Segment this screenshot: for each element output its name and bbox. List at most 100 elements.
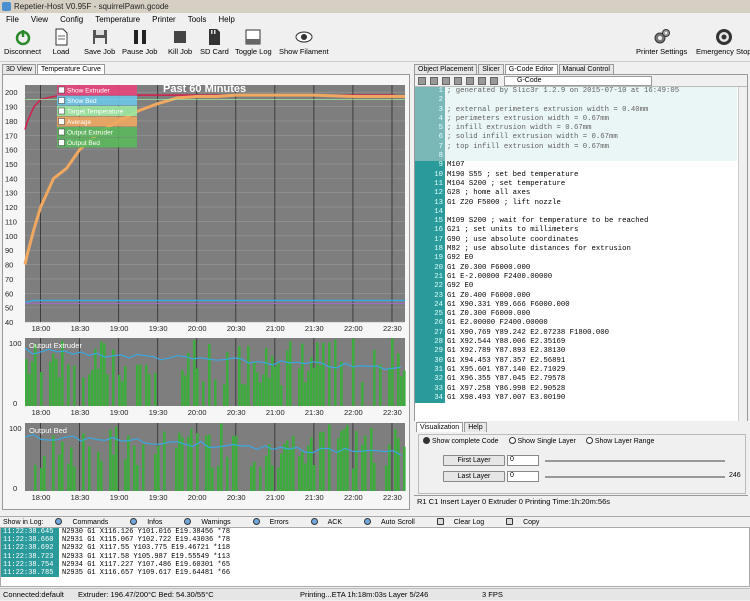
printer-settings-button[interactable]: Printer Settings: [636, 28, 687, 56]
gcode-line[interactable]: 23 G1 Z0.400 F6000.000: [415, 291, 737, 301]
gcode-line[interactable]: 21 G1 E-2.00000 F2400.00000: [415, 272, 737, 283]
sub-y-bottom-label: 0: [13, 399, 17, 408]
gcode-line-text: G1 X94.453 Y87.357 E2.56891: [447, 356, 566, 365]
gcode-line[interactable]: 34 G1 X98.493 Y87.007 E3.00190: [415, 393, 737, 404]
gcode-line-text: G28 ; home all axes: [447, 189, 531, 198]
show-layer-range-radio[interactable]: Show Layer Range: [585, 437, 654, 445]
toggle-log-button[interactable]: Toggle Log: [235, 28, 272, 56]
show-complete-code-radio[interactable]: Show complete Code: [423, 437, 499, 445]
find-icon[interactable]: [466, 77, 474, 85]
copy-icon[interactable]: [478, 77, 486, 85]
last-layer-button[interactable]: Last Layer: [443, 471, 505, 482]
gcode-line[interactable]: 26 G1 E2.00000 F2400.00000: [415, 319, 737, 329]
emergency-stop-button[interactable]: Emergency Stop: [696, 28, 750, 56]
gcode-line[interactable]: 24 G1 X90.331 Y89.666 F6000.000: [415, 300, 737, 311]
gcode-line[interactable]: 33 G1 X97.258 Y86.998 E2.90528: [415, 384, 737, 394]
output-bed-bar: [136, 464, 139, 491]
undo-icon[interactable]: [442, 77, 450, 85]
tab-manual-control[interactable]: Manual Control: [558, 64, 614, 74]
menu-printer[interactable]: Printer: [146, 13, 182, 26]
gcode-line[interactable]: 13 G1 Z20 F5000 ; lift nozzle: [415, 198, 737, 208]
gcode-line[interactable]: 20 G1 Z0.300 F6000.000: [415, 263, 737, 273]
gcode-line[interactable]: 25 G1 Z0.300 F6000.000: [415, 310, 737, 320]
tab-temperature-curve[interactable]: Temperature Curve: [36, 64, 105, 74]
last-layer-slider[interactable]: [545, 476, 725, 478]
gcode-line[interactable]: 30 G1 X94.453 Y87.357 E2.56891: [415, 356, 737, 366]
gcode-line[interactable]: 12 G28 ; home all axes: [415, 189, 737, 199]
right-tab-strip: Object Placement Slicer G-Code Editor Manua…: [414, 64, 615, 74]
menu-help[interactable]: Help: [212, 13, 240, 26]
output-bed-bar: [112, 454, 115, 491]
load-button[interactable]: Load: [52, 28, 70, 56]
gcode-line[interactable]: 15 M109 S200 ; wait for temperature to be…: [415, 217, 737, 227]
gcode-line-text: G21 ; set units to millimeters: [447, 226, 579, 235]
gcode-line[interactable]: 14: [415, 207, 737, 218]
menu-temperature[interactable]: Temperature: [89, 13, 146, 26]
gcode-line[interactable]: 27 G1 X90.769 Y89.242 E2.07238 F1800.000: [415, 328, 737, 339]
menu-config[interactable]: Config: [54, 13, 89, 26]
tab-help[interactable]: Help: [464, 422, 487, 432]
gcode-line[interactable]: 1; generated by Slic3r 1.2.9 on 2015-07-…: [415, 87, 737, 97]
show-single-layer-radio[interactable]: Show Single Layer: [508, 437, 576, 445]
gcode-line[interactable]: 6; solid infill extrusion width = 0.67mm: [415, 133, 737, 143]
output-extruder-bar: [193, 340, 196, 406]
redo-icon[interactable]: [454, 77, 462, 85]
gcode-line[interactable]: 4; perimeters extrusion width = 0.67mm: [415, 114, 737, 125]
paste-icon[interactable]: [490, 77, 498, 85]
gcode-line[interactable]: 7; top infill extrusion width = 0.67mm: [415, 142, 737, 153]
gcode-line[interactable]: 10 M190 S55 ; set bed temperature: [415, 170, 737, 180]
tab-slicer[interactable]: Slicer: [478, 64, 504, 74]
first-layer-button[interactable]: First Layer: [443, 455, 505, 466]
gcode-line[interactable]: 32 G1 X96.355 Y87.045 E2.79578: [415, 375, 737, 385]
y-tick-label: 50: [5, 304, 13, 313]
chart-title: Past 60 Minutes: [163, 83, 246, 95]
log-timestamp: 11:22:38.754: [1, 560, 59, 569]
gcode-line[interactable]: 17 G90 ; use absolute coordinates: [415, 235, 737, 246]
gcode-line[interactable]: 9 M107: [415, 161, 737, 171]
tab-object-placement[interactable]: Object Placement: [414, 64, 478, 74]
output-bed-bar: [88, 446, 91, 491]
gcode-line[interactable]: 5; infill extrusion width = 0.67mm: [415, 124, 737, 134]
kill-job-button[interactable]: Kill Job: [168, 28, 192, 56]
gcode-line[interactable]: 18 M82 ; use absolute distances for extru…: [415, 245, 737, 255]
output-bed-bar: [346, 425, 349, 491]
save-icon[interactable]: [430, 77, 438, 85]
disconnect-button[interactable]: Disconnect: [4, 28, 41, 56]
tab-3d-view[interactable]: 3D View: [2, 64, 36, 74]
gcode-line[interactable]: 16 G21 ; set units to millimeters: [415, 226, 737, 236]
gcode-line[interactable]: 22 G92 E0: [415, 282, 737, 292]
gcode-line[interactable]: 19 G92 E0: [415, 254, 737, 264]
log-panel[interactable]: 11:22:38.645 N2930 G1 X116.126 Y101.016 E…: [0, 527, 750, 587]
x-tick-label: 22:30: [383, 493, 402, 502]
gcode-line[interactable]: 3; external perimeters extrusion width =…: [415, 105, 737, 115]
output-bed-bar: [115, 426, 118, 491]
sd-card-button[interactable]: SD Card: [200, 28, 229, 56]
tab-visualization[interactable]: Visualization: [416, 422, 464, 432]
first-layer-slider[interactable]: [545, 460, 725, 462]
gcode-line-number: 1: [415, 87, 445, 97]
log-row: 11:22:38.754 N2934 G1 X117.227 Y107.486 E…: [1, 560, 749, 569]
gcode-line[interactable]: 28 G1 X92.544 Y88.006 E2.35169: [415, 338, 737, 348]
menu-view[interactable]: View: [25, 13, 54, 26]
gcode-line[interactable]: 29 G1 X92.789 Y87.893 E2.38130: [415, 347, 737, 357]
save-job-button[interactable]: Save Job: [84, 28, 115, 56]
gcode-line-number: 21: [415, 272, 445, 283]
legend-label: Show Bed: [67, 98, 97, 105]
gcode-line[interactable]: 2: [415, 96, 737, 106]
gcode-type-select[interactable]: G-Code: [504, 76, 652, 86]
y-tick-label: 140: [5, 174, 18, 183]
new-icon[interactable]: [418, 77, 426, 85]
pause-job-button[interactable]: Pause Job: [122, 28, 157, 56]
gcode-line[interactable]: 11 M104 S200 ; set temperature: [415, 179, 737, 190]
log-row: 11:22:38.692 N2932 G1 X117.55 Y103.775 E1…: [1, 544, 749, 553]
gcode-line[interactable]: 31 G1 X95.601 Y87.140 E2.71029: [415, 365, 737, 376]
gcode-line[interactable]: 8: [415, 152, 737, 162]
first-layer-input[interactable]: 0: [507, 455, 539, 466]
menu-file[interactable]: File: [0, 13, 25, 26]
tab-gcode-editor[interactable]: G-Code Editor: [504, 64, 558, 74]
gcode-line-text: ; perimeters extrusion width = 0.67mm: [447, 114, 610, 123]
output-extruder-bar: [361, 382, 364, 406]
show-filament-button[interactable]: Show Filament: [279, 28, 329, 56]
menu-tools[interactable]: Tools: [182, 13, 213, 26]
last-layer-input[interactable]: 0: [507, 471, 539, 482]
